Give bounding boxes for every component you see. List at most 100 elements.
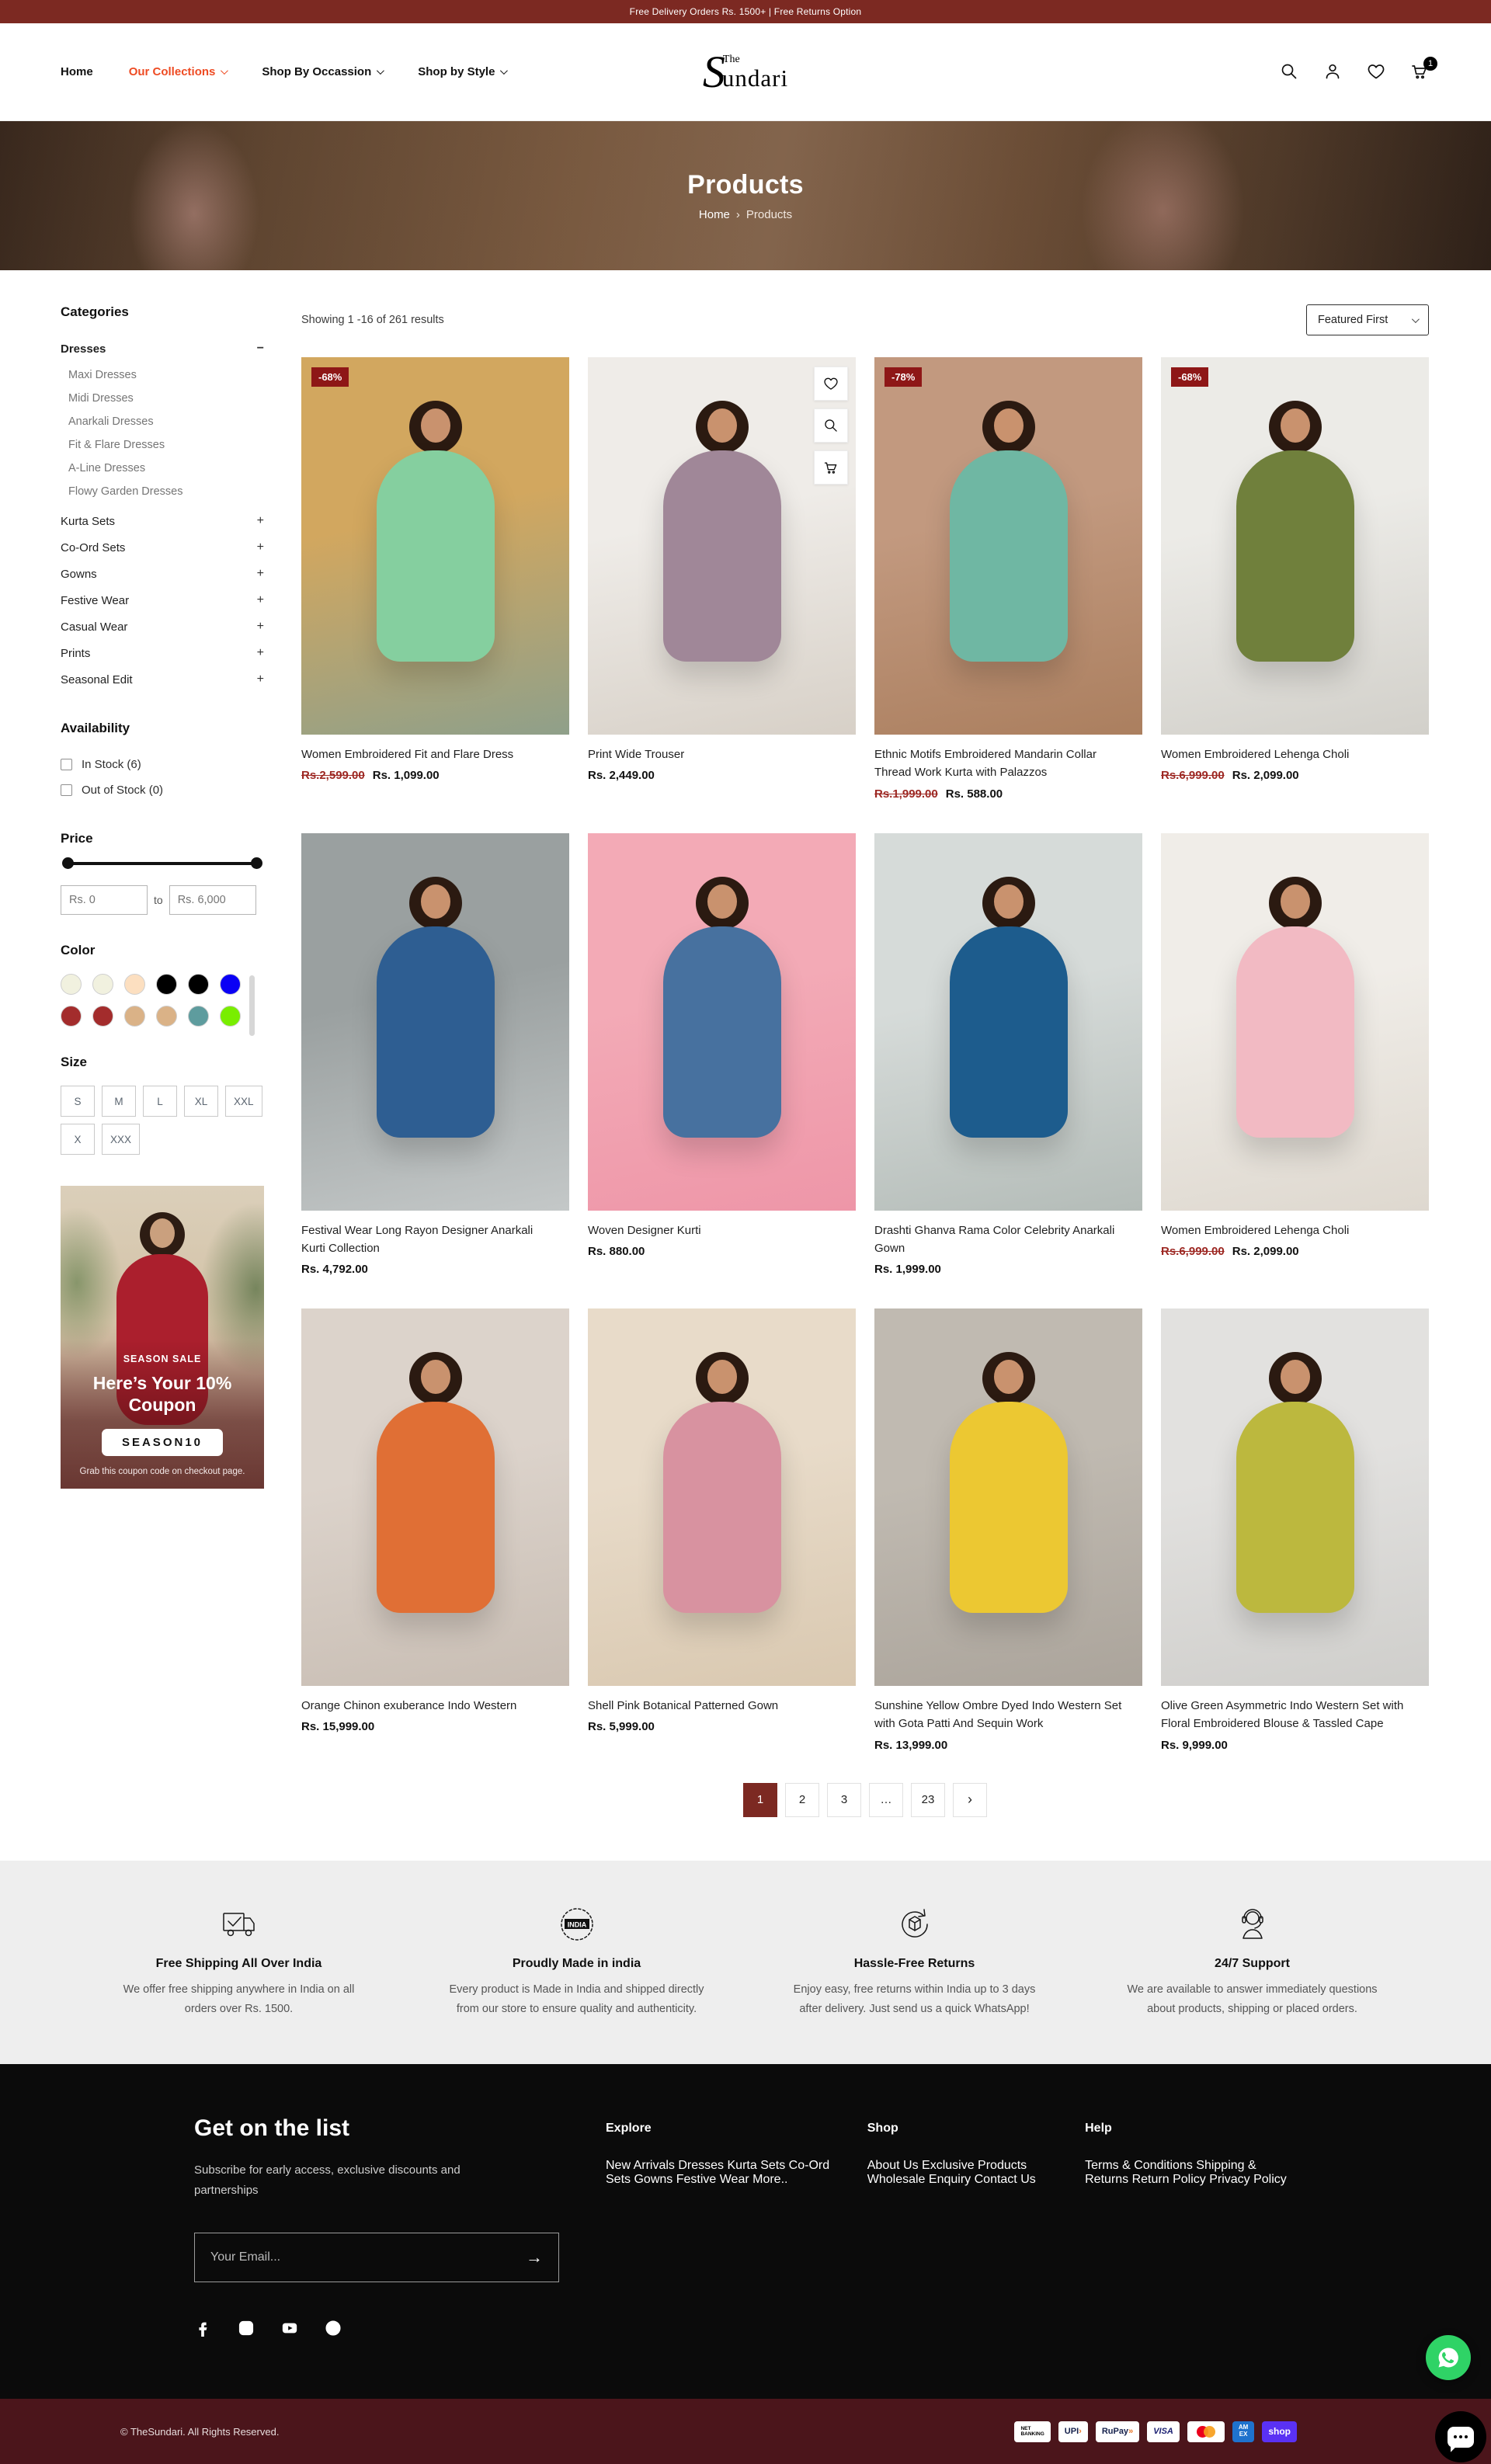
filter-in-stock[interactable]: In Stock (6) (61, 752, 264, 777)
product-title[interactable]: Drashti Ghanva Rama Color Celebrity Anar… (874, 1222, 1131, 1258)
chat-widget-button[interactable] (1435, 2411, 1486, 2462)
product-image[interactable] (588, 1308, 856, 1686)
category-gowns[interactable]: Gowns+ (61, 561, 264, 587)
page-button-23[interactable]: 23 (911, 1783, 945, 1817)
coupon-code-button[interactable]: SEASON10 (102, 1429, 223, 1456)
subcategory-midi-dresses[interactable]: Midi Dresses (61, 387, 264, 410)
cart-icon[interactable]: 1 (1410, 62, 1430, 82)
size-option[interactable]: XXL (225, 1086, 262, 1117)
color-swatch[interactable] (188, 1006, 209, 1027)
price-slider-min-handle[interactable] (62, 857, 74, 869)
product-title[interactable]: Orange Chinon exuberance Indo Western (301, 1697, 558, 1715)
expand-icon[interactable]: + (257, 646, 264, 660)
footer-link-wholesale-enquiry[interactable]: Wholesale Enquiry (867, 2173, 971, 2186)
color-swatch[interactable] (92, 1006, 113, 1027)
subcategory-flowy-garden-dresses[interactable]: Flowy Garden Dresses (61, 480, 264, 503)
search-icon[interactable] (1280, 62, 1300, 82)
product-image[interactable] (874, 1308, 1142, 1686)
product-card[interactable]: Woven Designer Kurti Rs. 880.00 (588, 833, 856, 1277)
product-card[interactable]: -68% Women Embroidered Fit and Flare Dre… (301, 357, 569, 801)
product-image[interactable] (301, 1308, 569, 1686)
category-seasonal-edit[interactable]: Seasonal Edit+ (61, 666, 264, 693)
color-swatch[interactable] (124, 974, 145, 995)
nav-home[interactable]: Home (61, 65, 93, 78)
nav-shop-by-style[interactable]: Shop by Style (418, 65, 506, 78)
color-swatch[interactable] (220, 1006, 241, 1027)
page-button-2[interactable]: 2 (785, 1783, 819, 1817)
page-ellipsis[interactable]: … (869, 1783, 903, 1817)
whatsapp-button[interactable] (1426, 2335, 1471, 2380)
footer-link-terms[interactable]: Terms & Conditions (1085, 2159, 1193, 2172)
product-title[interactable]: Olive Green Asymmetric Indo Western Set … (1161, 1697, 1417, 1733)
newsletter-submit-button[interactable]: → (526, 2247, 543, 2268)
color-swatch[interactable] (61, 1006, 82, 1027)
wishlist-heart-icon[interactable] (1367, 62, 1387, 82)
category-prints[interactable]: Prints+ (61, 640, 264, 666)
footer-link-dresses[interactable]: Dresses (678, 2159, 724, 2172)
product-image[interactable]: -78% (874, 357, 1142, 735)
size-option[interactable]: X (61, 1124, 95, 1155)
expand-icon[interactable]: + (257, 540, 264, 554)
coupon-banner[interactable]: SEASON SALE Here’s Your 10% Coupon SEASO… (61, 1186, 264, 1489)
product-image[interactable] (1161, 833, 1429, 1211)
expand-icon[interactable]: + (257, 567, 264, 581)
breadcrumb-home-link[interactable]: Home (699, 208, 730, 221)
size-option[interactable]: L (143, 1086, 177, 1117)
color-swatch[interactable] (124, 1006, 145, 1027)
footer-link-return-policy[interactable]: Return Policy (1132, 2173, 1206, 2186)
product-card[interactable]: Orange Chinon exuberance Indo Western Rs… (301, 1308, 569, 1752)
footer-link-more[interactable]: More.. (752, 2173, 787, 2186)
footer-link-exclusive-products[interactable]: Exclusive Products (922, 2159, 1027, 2172)
product-card[interactable]: Festival Wear Long Rayon Designer Anarka… (301, 833, 569, 1277)
color-swatch[interactable] (220, 974, 241, 995)
size-option[interactable]: M (102, 1086, 136, 1117)
product-title[interactable]: Woven Designer Kurti (588, 1222, 844, 1239)
instagram-icon[interactable] (238, 2320, 255, 2337)
product-image[interactable] (301, 833, 569, 1211)
subcategory-anarkali-dresses[interactable]: Anarkali Dresses (61, 410, 264, 433)
color-swatch[interactable] (156, 1006, 177, 1027)
expand-icon[interactable]: + (257, 620, 264, 634)
facebook-icon[interactable] (194, 2320, 211, 2337)
product-image[interactable] (588, 833, 856, 1211)
category-casual-wear[interactable]: Casual Wear+ (61, 613, 264, 640)
category-dresses[interactable]: Dresses − (61, 335, 264, 362)
account-icon[interactable] (1323, 62, 1343, 82)
expand-icon[interactable]: + (257, 514, 264, 528)
product-title[interactable]: Shell Pink Botanical Patterned Gown (588, 1697, 844, 1715)
expand-icon[interactable]: + (257, 593, 264, 607)
checkbox[interactable] (61, 759, 72, 770)
expand-icon[interactable]: + (257, 672, 264, 686)
product-title[interactable]: Women Embroidered Fit and Flare Dress (301, 745, 558, 763)
price-min-input[interactable] (61, 885, 148, 915)
color-scrollbar[interactable] (249, 975, 255, 1036)
product-image[interactable] (874, 833, 1142, 1211)
quick-view-icon[interactable] (814, 408, 848, 443)
category-festive-wear[interactable]: Festive Wear+ (61, 587, 264, 613)
email-input[interactable] (210, 2250, 516, 2264)
footer-link-festive-wear[interactable]: Festive Wear (676, 2173, 749, 2186)
color-swatch[interactable] (188, 974, 209, 995)
youtube-icon[interactable] (281, 2320, 298, 2337)
product-title[interactable]: Sunshine Yellow Ombre Dyed Indo Western … (874, 1697, 1131, 1733)
footer-link-new-arrivals[interactable]: New Arrivals (606, 2159, 675, 2172)
product-title[interactable]: Women Embroidered Lehenga Choli (1161, 1222, 1417, 1239)
checkbox[interactable] (61, 784, 72, 796)
color-swatch[interactable] (92, 974, 113, 995)
product-title[interactable]: Festival Wear Long Rayon Designer Anarka… (301, 1222, 558, 1258)
footer-link-kurta-sets[interactable]: Kurta Sets (728, 2159, 786, 2172)
product-card[interactable]: Sunshine Yellow Ombre Dyed Indo Western … (874, 1308, 1142, 1752)
size-option[interactable]: XXX (102, 1124, 140, 1155)
footer-link-gowns[interactable]: Gowns (634, 2173, 673, 2186)
product-card[interactable]: -78% Ethnic Motifs Embroidered Mandarin … (874, 357, 1142, 801)
category-co-ord-sets[interactable]: Co-Ord Sets+ (61, 534, 264, 561)
product-card[interactable]: Shell Pink Botanical Patterned Gown Rs. … (588, 1308, 856, 1752)
product-image[interactable] (1161, 1308, 1429, 1686)
product-card[interactable]: Olive Green Asymmetric Indo Western Set … (1161, 1308, 1429, 1752)
add-to-wishlist-icon[interactable] (814, 367, 848, 401)
product-card[interactable]: Print Wide Trouser Rs. 2,449.00 (588, 357, 856, 801)
footer-link-privacy-policy[interactable]: Privacy Policy (1209, 2173, 1287, 2186)
product-title[interactable]: Women Embroidered Lehenga Choli (1161, 745, 1417, 763)
footer-link-about-us[interactable]: About Us (867, 2159, 919, 2172)
filter-out-of-stock[interactable]: Out of Stock (0) (61, 777, 264, 803)
